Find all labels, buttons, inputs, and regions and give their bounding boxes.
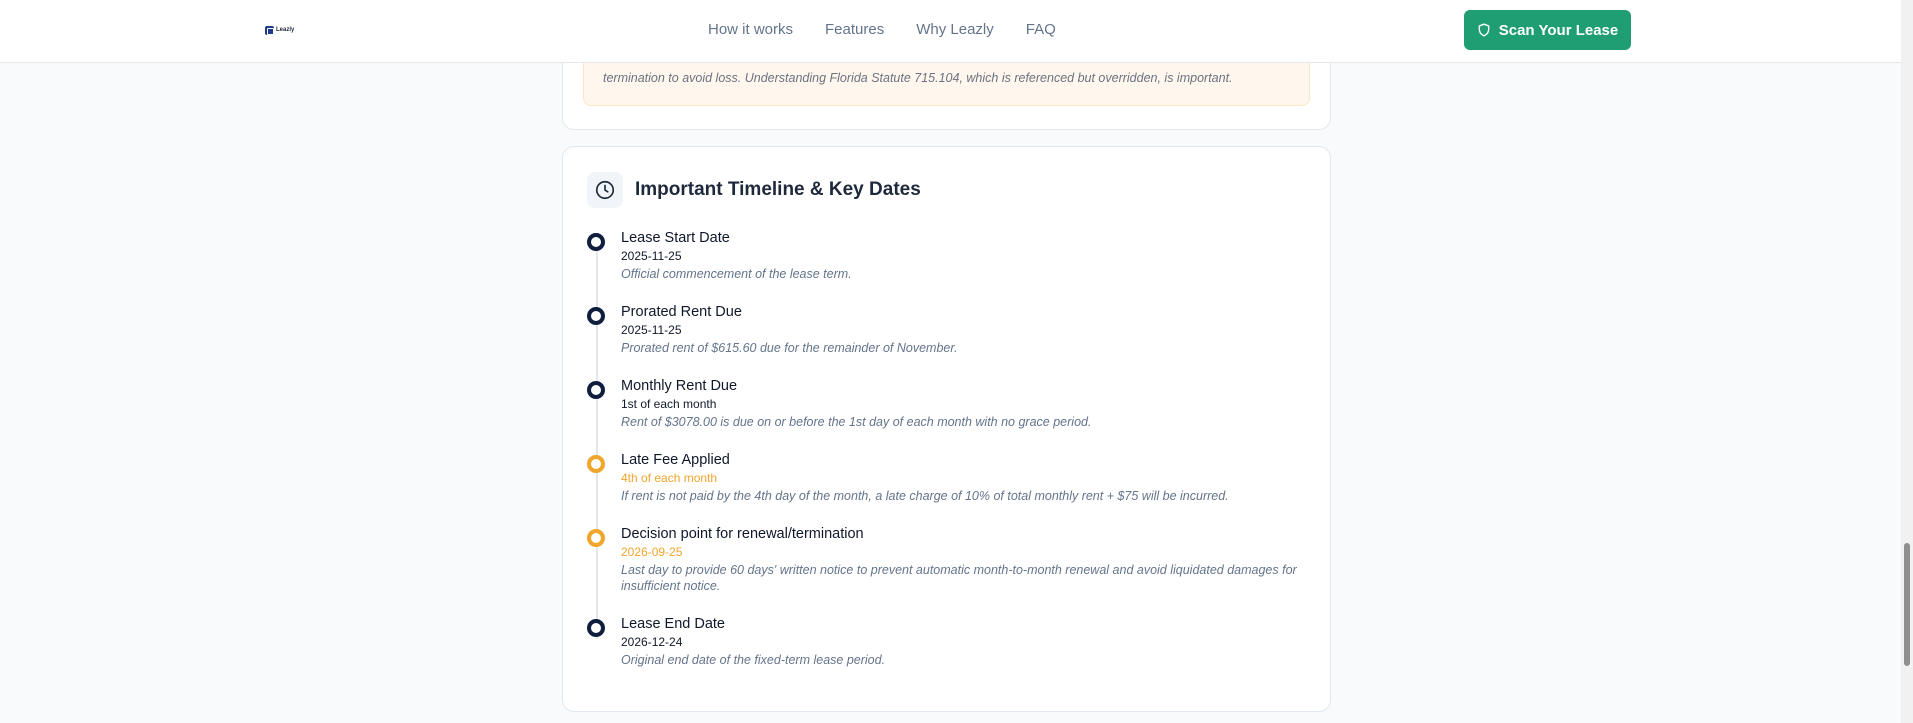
timeline-item-title: Lease Start Date [621, 230, 730, 246]
timeline-item-title: Monthly Rent Due [621, 378, 738, 394]
timeline-item-desc: Rent of $3078.00 is due on or before the… [621, 415, 1092, 429]
timeline-item-desc: If rent is not paid by the 4th day of th… [621, 489, 1229, 503]
timeline-dot [587, 233, 605, 251]
timeline-item-date: 4th of each month [621, 471, 718, 485]
timeline-item-date: 2026-12-24 [621, 635, 683, 649]
scan-lease-label: Scan Your Lease [1498, 21, 1619, 39]
shield-icon [1478, 23, 1490, 37]
site-header: Leazly How it works Features Why Leazly … [0, 0, 1901, 63]
timeline-item-title: Prorated Rent Due [621, 304, 742, 320]
clock-icon-box [587, 172, 623, 208]
timeline-item-desc: Original end date of the fixed-term leas… [621, 653, 886, 667]
timeline-item-title: Lease End Date [621, 616, 725, 632]
timeline-connector [596, 237, 598, 639]
scan-lease-button[interactable]: Scan Your Lease [1464, 10, 1631, 50]
page-scrollbar[interactable] [1901, 0, 1913, 723]
nav-how-it-works[interactable]: How it works [708, 20, 793, 40]
timeline-item-date: 2025-11-25 [621, 323, 682, 337]
timeline-item-date: 1st of each month [621, 397, 717, 411]
nav-features[interactable]: Features [825, 20, 884, 40]
main-nav: How it works Features Why Leazly FAQ [708, 20, 1056, 40]
scrollbar-thumb[interactable] [1904, 543, 1910, 666]
timeline-item-desc: Prorated rent of $615.60 due for the rem… [621, 341, 958, 355]
timeline-dot-warning [587, 455, 605, 473]
timeline-header: Important Timeline & Key Dates [587, 172, 921, 208]
warning-text: termination to avoid loss. Understanding… [603, 71, 1233, 85]
timeline-item-desc: Last day to provide 60 days' written not… [621, 563, 1297, 593]
logo-icon [265, 25, 274, 35]
timeline-dot [587, 381, 605, 399]
timeline-dot [587, 307, 605, 325]
timeline-item-date: 2025-11-25 [621, 249, 682, 263]
timeline-dot [587, 619, 605, 637]
timeline-card: Important Timeline & Key Dates Lease Sta… [562, 146, 1331, 712]
timeline-title: Important Timeline & Key Dates [635, 179, 921, 200]
timeline-item-date: 2026-09-25 [621, 545, 683, 559]
logo-text: Leazly [276, 27, 295, 33]
nav-why-leazly[interactable]: Why Leazly [916, 20, 994, 40]
timeline-item-desc: Official commencement of the lease term. [621, 267, 852, 281]
clock-icon [595, 180, 615, 200]
nav-faq[interactable]: FAQ [1026, 20, 1056, 40]
leazly-logo[interactable]: Leazly [265, 24, 294, 36]
timeline-item-title: Late Fee Applied [621, 452, 730, 468]
timeline-item-title: Decision point for renewal/termination [621, 526, 864, 542]
timeline-dot-warning [587, 529, 605, 547]
